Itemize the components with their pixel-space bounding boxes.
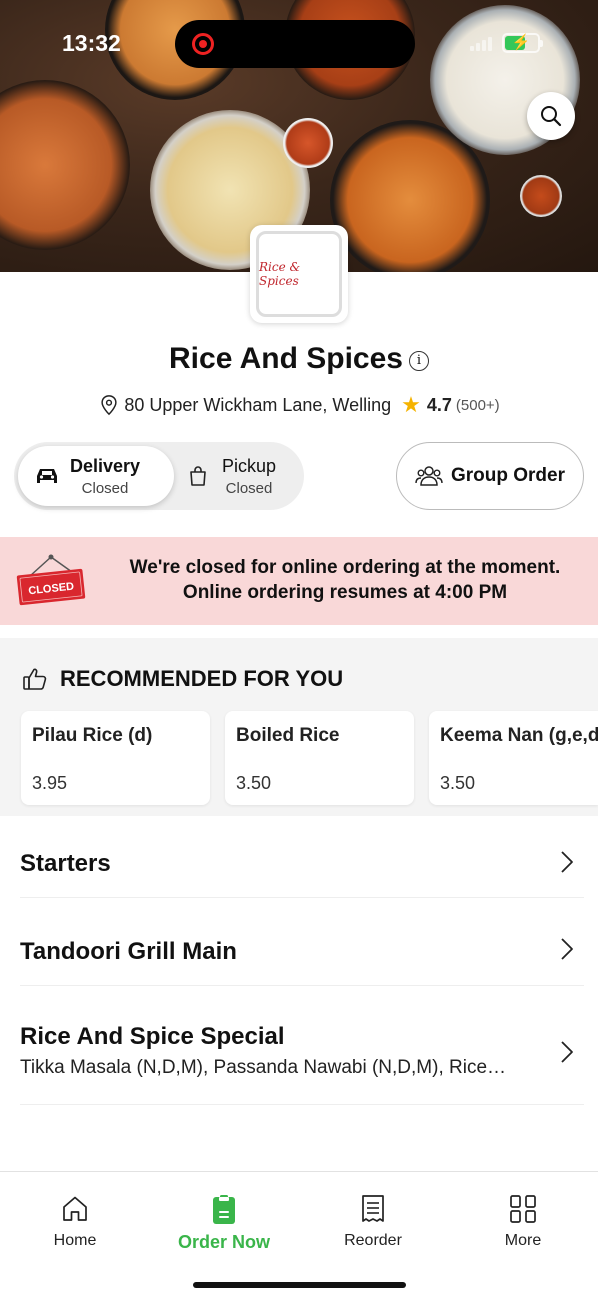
recommended-item-card[interactable]: Pilau Rice (d) 3.95	[21, 711, 210, 805]
recommended-item-price: 3.50	[236, 773, 272, 793]
category-name: Tandoori Grill Main	[20, 938, 237, 965]
category-description: Tikka Masala (N,D,M), Passanda Nawabi (N…	[20, 1057, 507, 1078]
pickup-status: Closed	[225, 479, 273, 497]
closed-message-line2: Online ordering resumes at 4:00 PM	[182, 582, 508, 603]
spice-bowl-image	[283, 118, 333, 168]
home-indicator	[193, 1282, 406, 1288]
recommended-item-card[interactable]: Boiled Rice 3.50	[225, 711, 414, 805]
category-row-rice-and-spice-special[interactable]: Rice And Spice Special Tikka Masala (N,D…	[20, 986, 584, 1105]
category-name: Starters	[20, 850, 111, 877]
prawn-dish-image	[0, 80, 130, 250]
chevron-right-icon	[561, 938, 573, 960]
recording-indicator-icon	[192, 33, 214, 55]
info-icon[interactable]: i	[408, 351, 429, 371]
delivery-label: Delivery	[70, 455, 141, 476]
nav-more-label: More	[504, 1232, 542, 1249]
chevron-right-icon	[561, 851, 573, 873]
battery-icon: ⚡	[502, 33, 543, 53]
order-menu-icon	[213, 1195, 235, 1224]
closed-sign-icon: CLOSED	[16, 554, 86, 606]
closed-message-line1: We're closed for online ordering at the …	[129, 557, 561, 578]
group-order-label: Group Order	[450, 465, 565, 486]
category-row-tandoori-grill-main[interactable]: Tandoori Grill Main	[20, 898, 584, 986]
order-mode-toggle: Delivery Closed Pickup Closed	[14, 442, 304, 510]
nav-order-now-label: Order Now	[177, 1232, 270, 1252]
signal-icon	[470, 35, 492, 51]
recommended-item-name: Boiled Rice	[236, 725, 340, 746]
restaurant-logo: Rice & Spices	[250, 225, 348, 323]
grid-icon	[510, 1195, 536, 1223]
rating-count: (500+)	[455, 396, 500, 414]
bottom-navigation: Home Order Now Reorder More	[0, 1171, 598, 1300]
recommended-item-name: Pilau Rice (d)	[32, 725, 153, 746]
shopping-bag-icon	[190, 466, 206, 486]
recommended-item-name: Keema Nan (g,e,d	[440, 725, 598, 746]
dynamic-island	[175, 20, 415, 68]
group-icon	[415, 466, 443, 486]
restaurant-name: Rice And Spices	[169, 342, 403, 375]
logo-text: Rice & Spices	[259, 260, 301, 288]
home-icon	[63, 1196, 87, 1221]
address-row: 80 Upper Wickham Lane, Welling ★ 4.7 (50…	[0, 392, 598, 418]
nav-reorder-label: Reorder	[344, 1232, 402, 1249]
pickup-label: Pickup	[222, 455, 277, 476]
category-name: Rice And Spice Special	[20, 1023, 285, 1050]
nav-home[interactable]: Home	[25, 1194, 125, 1250]
nav-reorder[interactable]: Reorder	[323, 1194, 423, 1250]
pickup-option[interactable]: Pickup Closed	[182, 446, 300, 506]
location-pin-icon	[101, 395, 117, 416]
status-icons: ⚡	[470, 33, 543, 53]
nav-order-now[interactable]: Order Now	[174, 1194, 274, 1253]
search-button[interactable]	[527, 92, 575, 140]
delivery-option[interactable]: Delivery Closed	[18, 446, 174, 506]
restaurant-name-row: Rice And Spices i	[0, 342, 598, 376]
recommended-title: RECOMMENDED FOR YOU	[60, 666, 344, 691]
delivery-status: Closed	[81, 479, 129, 497]
recommended-section: RECOMMENDED FOR YOU Pilau Rice (d) 3.95 …	[0, 638, 598, 816]
search-icon	[541, 106, 562, 127]
nav-more[interactable]: More	[473, 1194, 573, 1250]
rating-value: 4.7	[426, 394, 452, 415]
chevron-right-icon	[561, 1041, 573, 1063]
nav-home-label: Home	[53, 1232, 97, 1249]
recommended-item-price: 3.50	[440, 773, 476, 793]
star-icon: ★	[401, 392, 421, 417]
thumbs-up-icon	[23, 668, 47, 690]
status-time: 13:32	[62, 30, 121, 56]
group-order-button[interactable]: Group Order	[396, 442, 584, 510]
car-icon	[37, 469, 57, 483]
recommended-item-price: 3.95	[32, 773, 68, 793]
closed-banner: CLOSED We're closed for online ordering …	[0, 537, 598, 625]
spice-bowl-image	[520, 175, 562, 217]
category-row-starters[interactable]: Starters	[20, 833, 584, 898]
receipt-icon	[362, 1195, 384, 1222]
recommended-header: RECOMMENDED FOR YOU	[22, 666, 343, 692]
restaurant-address: 80 Upper Wickham Lane, Welling	[124, 394, 392, 415]
recommended-item-card[interactable]: Keema Nan (g,e,d 3.50	[429, 711, 598, 805]
